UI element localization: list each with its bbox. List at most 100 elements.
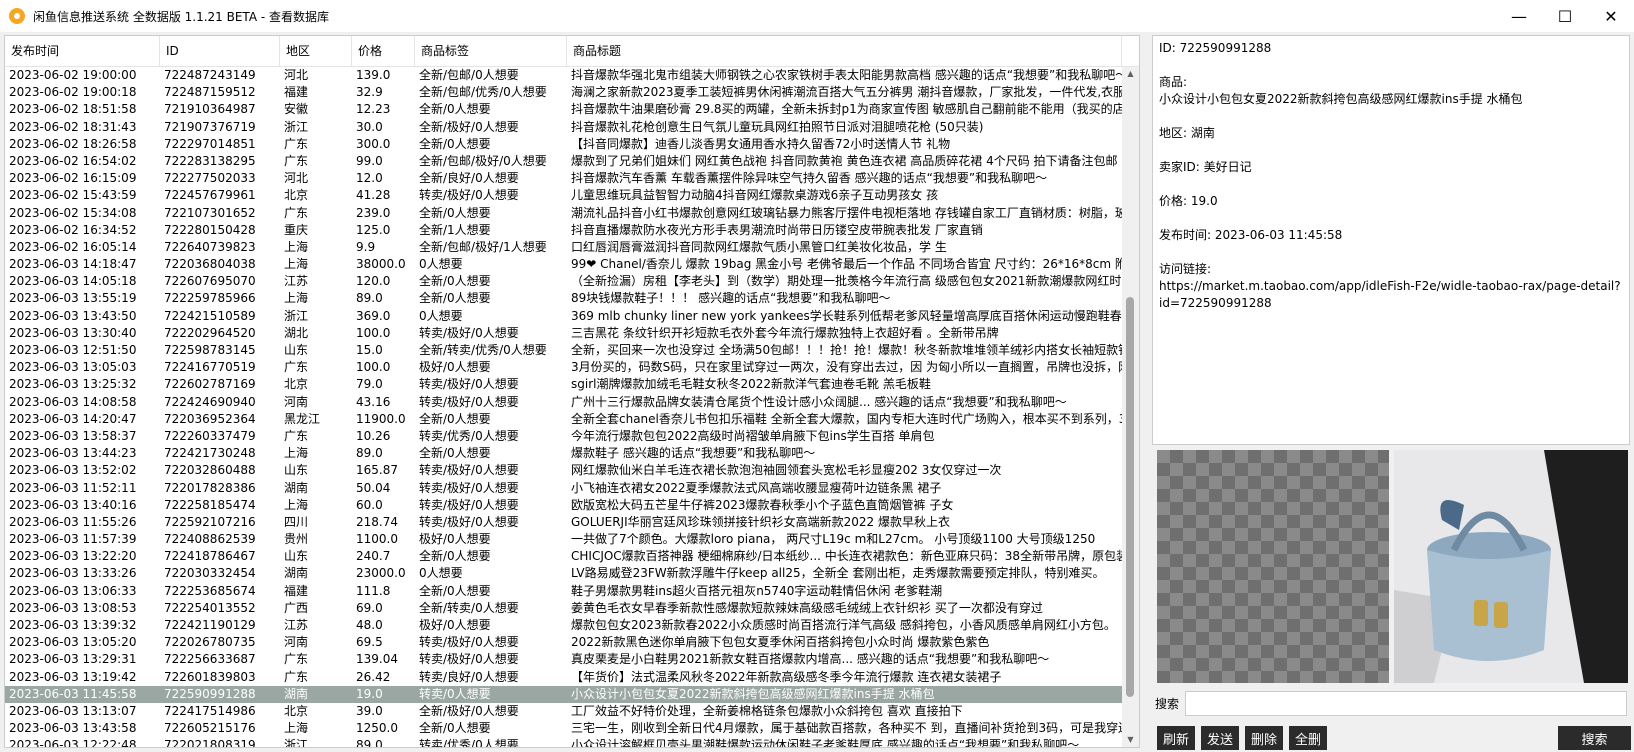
table-row[interactable]: 2023-06-02 19:00:18 722487159512 福建 32.9 全新/… — [5, 84, 1123, 101]
table-row[interactable]: 2023-06-03 12:22:48 722021808319 浙江 89.0 转卖/… — [5, 737, 1123, 748]
table-row[interactable]: 2023-06-03 14:18:47 722036804038 上海 38000.0… — [5, 256, 1123, 273]
table-cell: 2023-06-03 11:45:58 — [9, 686, 137, 701]
table-cell: 722030332454 — [164, 566, 256, 581]
maximize-icon[interactable]: ☐ — [1542, 0, 1588, 32]
table-row[interactable]: 2023-06-03 11:55:26 722592107216 四川 218.74 转… — [5, 514, 1123, 531]
table-row[interactable]: 2023-06-03 14:05:18 722607695070 江苏 120.0 全新… — [5, 273, 1123, 290]
table-row[interactable]: 2023-06-03 14:20:47 722036952364 黑龙江 11900.… — [5, 411, 1123, 428]
column-header[interactable]: 价格 — [352, 36, 415, 67]
table-row[interactable]: 2023-06-03 13:19:42 722601839803 广东 26.42 转卖… — [5, 669, 1123, 686]
scroll-down-icon[interactable]: ▼ — [1122, 733, 1139, 747]
table-cell: 722605215176 — [164, 721, 256, 736]
minimize-icon[interactable]: — — [1496, 0, 1542, 32]
table-row[interactable]: 2023-06-02 19:00:00 722487243149 河北 139.0 全新… — [5, 67, 1123, 84]
table-row[interactable]: 2023-06-02 15:34:08 722107301652 广东 239.0 全新… — [5, 205, 1123, 222]
column-header[interactable]: 商品标签 — [415, 36, 567, 67]
table-row[interactable]: 2023-06-03 13:08:53 722254013552 广西 69.0 全新/… — [5, 600, 1123, 617]
table-row[interactable]: 2023-06-03 13:25:32 722602787169 北京 79.0 转卖/… — [5, 376, 1123, 393]
table-row[interactable]: 2023-06-03 13:33:26 722030332454 湖南 23000.0… — [5, 565, 1123, 582]
table-row[interactable]: 2023-06-03 13:52:02 722032860488 山东 165.87 转… — [5, 462, 1123, 479]
column-header[interactable]: 商品标题 — [567, 36, 1122, 67]
vertical-scrollbar[interactable]: ▲ ▼ — [1122, 67, 1139, 747]
table-row[interactable]: 2023-06-03 13:44:23 722421730248 上海 89.0 全新/… — [5, 445, 1123, 462]
table-row[interactable]: 2023-06-02 18:31:43 721907376719 浙江 30.0 全新/… — [5, 119, 1123, 136]
table-row[interactable]: 2023-06-03 13:30:40 722202964520 湖北 100.0 转卖… — [5, 325, 1123, 342]
table-cell: 722640739823 — [164, 239, 256, 254]
table-cell: 2023-06-02 15:34:08 — [9, 205, 137, 220]
table-row[interactable]: 2023-06-02 18:26:58 722297014851 广东 300.0 全新… — [5, 136, 1123, 153]
table-cell: 广州十三行爆款品牌女装清仓尾货个性设计感小众阔腿... 感兴趣的话点“我想要”和… — [571, 394, 1067, 409]
table-cell: 11900.0 — [356, 411, 406, 426]
table-cell: 抖音直播爆款防水夜光方形手表男潮流时尚带日历镂空皮带腕表批发 厂家直销 — [571, 222, 983, 237]
product-image[interactable] — [1394, 450, 1628, 683]
table-row[interactable]: 2023-06-03 13:06:33 722253685674 福建 111.8 全新… — [5, 583, 1123, 600]
detail-link[interactable]: https://market.m.taobao.com/app/idleFish… — [1159, 279, 1621, 310]
refresh-button[interactable]: 刷新 — [1157, 726, 1195, 750]
table-cell: 89.0 — [356, 738, 383, 748]
table-row[interactable]: 2023-06-03 13:43:50 722421510589 浙江 369.0 0人… — [5, 308, 1123, 325]
scroll-up-icon[interactable]: ▲ — [1122, 67, 1139, 81]
scrollbar-thumb[interactable] — [1126, 297, 1134, 697]
table-cell: 重庆 — [284, 222, 309, 237]
table-row[interactable]: 2023-06-03 13:05:03 722416770519 广东 100.0 极好… — [5, 359, 1123, 376]
table-row[interactable]: 2023-06-02 16:05:14 722640739823 上海 9.9 全新/包… — [5, 239, 1123, 256]
table-cell: 爆款到了兄弟们姐妹们 网红黄色战袍 抖音同款黄袍 黄色连衣裙 高品质碎花裙 4个… — [571, 153, 1122, 168]
table-row[interactable]: 2023-06-02 18:51:58 721910364987 安徽 12.23 全新… — [5, 101, 1123, 118]
table-row[interactable]: 2023-06-03 13:05:20 722026780735 河南 69.5 转卖/… — [5, 634, 1123, 651]
search-input[interactable] — [1185, 691, 1627, 716]
table-row[interactable]: 2023-06-03 13:22:20 722418786467 山东 240.7 全新… — [5, 548, 1123, 565]
table-cell: 转卖/极好/0人想要 — [419, 188, 519, 203]
column-header[interactable]: 地区 — [280, 36, 352, 67]
table-row[interactable]: 2023-06-02 15:43:59 722457679961 北京 41.28 转卖… — [5, 187, 1123, 204]
close-icon[interactable]: ✕ — [1588, 0, 1634, 32]
table-cell: 2022新款黑色迷你单肩腋下包包女夏季休闲百搭斜挎包小众时尚 爆款紫色紫色 — [571, 635, 990, 650]
table-row[interactable]: 2023-06-03 11:57:39 722408862539 贵州 1100.0 极… — [5, 531, 1123, 548]
table-cell: 722601839803 — [164, 669, 256, 684]
column-header[interactable]: 发布时间 — [5, 36, 160, 67]
search-button[interactable]: 搜索 — [1558, 726, 1631, 750]
window-title: 闲鱼信息推送系统 全数据版 1.1.21 BETA - 查看数据库 — [33, 9, 329, 24]
table-cell: 2023-06-03 12:22:48 — [9, 738, 137, 748]
table-cell: 2023-06-03 12:51:50 — [9, 343, 137, 357]
table-cell: 三吉黑花 条纹针织开衫短款毛衣外套今年流行爆款独特上衣超好看 。全新带吊牌 — [571, 325, 999, 340]
table-cell: 全新/转卖/优秀/0人想要 — [419, 343, 547, 357]
send-button[interactable]: 发送 — [1201, 726, 1239, 750]
delete-all-button[interactable]: 全删 — [1289, 726, 1327, 750]
table-row[interactable]: 2023-06-03 13:58:37 722260337479 广东 10.26 转卖… — [5, 428, 1123, 445]
table-row[interactable]: 2023-06-03 13:29:31 722256633687 广东 139.04 转… — [5, 651, 1123, 668]
table-cell: 722418786467 — [164, 549, 256, 564]
table-cell: 722254013552 — [164, 600, 256, 615]
table-cell: 722590991288 — [164, 686, 256, 701]
table-row[interactable]: 2023-06-03 13:39:32 722421190129 江苏 48.0 极好/… — [5, 617, 1123, 634]
table-row[interactable]: 2023-06-03 13:13:07 722417514986 北京 39.0 全新/… — [5, 703, 1123, 720]
table-row[interactable]: 2023-06-03 13:40:16 722258185474 上海 60.0 转卖/… — [5, 497, 1123, 514]
table-cell: 2023-06-03 14:20:47 — [9, 411, 137, 426]
table-cell: 转卖/极好/0人想要 — [419, 514, 519, 529]
table-cell: 江苏 — [284, 274, 309, 289]
table-row[interactable]: 2023-06-03 11:45:58 722590991288 湖南 19.0 转卖/… — [5, 685, 1123, 703]
table-cell: 四川 — [284, 514, 309, 529]
table-cell: 69.0 — [356, 600, 383, 615]
table-cell: 河北 — [284, 171, 309, 186]
table-cell: 广东 — [284, 153, 309, 168]
column-header[interactable]: ID — [160, 36, 280, 67]
table-cell: 全新/包邮/0人想要 — [419, 68, 519, 82]
table-cell: 722256633687 — [164, 652, 256, 667]
table-cell: 全新/0人想要 — [419, 446, 491, 461]
product-image-blurred[interactable] — [1157, 450, 1389, 683]
delete-button[interactable]: 删除 — [1245, 726, 1283, 750]
table-row[interactable]: 2023-06-02 16:15:09 722277502033 河北 12.0 全新/… — [5, 170, 1123, 187]
data-table[interactable]: 发布时间 ID 地区 价格 商品标签 商品标题 2023-06-02 19:00… — [4, 35, 1140, 748]
table-body: 2023-06-02 19:00:00 722487243149 河北 139.0 全新… — [5, 67, 1123, 748]
table-row[interactable]: 2023-06-02 16:34:52 722280150428 重庆 125.0 全新… — [5, 222, 1123, 239]
table-cell: 上海 — [284, 291, 309, 306]
table-row[interactable]: 2023-06-03 13:43:58 722605215176 上海 1250.0 全… — [5, 720, 1123, 737]
table-cell: 30.0 — [356, 119, 383, 134]
table-cell: 2023-06-03 13:25:32 — [9, 377, 137, 392]
table-row[interactable]: 2023-06-02 16:54:02 722283138295 广东 99.0 全新/… — [5, 153, 1123, 170]
table-row[interactable]: 2023-06-03 11:52:11 722017828386 湖南 50.04 转卖… — [5, 480, 1123, 497]
table-cell: 12.0 — [356, 171, 383, 186]
table-row[interactable]: 2023-06-03 12:51:50 722598783145 山东 15.0 全新/… — [5, 342, 1123, 359]
table-row[interactable]: 2023-06-03 13:55:19 722259785966 上海 89.0 全新/… — [5, 290, 1123, 307]
table-row[interactable]: 2023-06-03 14:08:58 722424690940 河南 43.16 转卖… — [5, 394, 1123, 411]
